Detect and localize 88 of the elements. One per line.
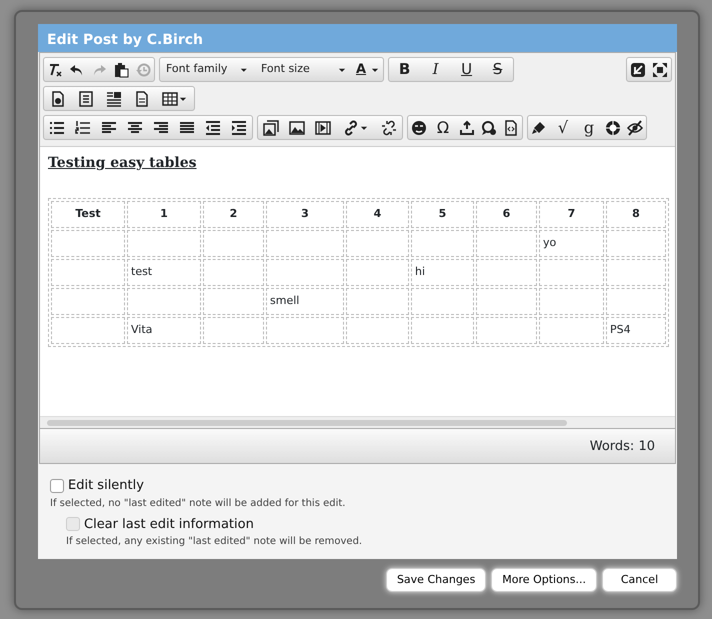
hint-text: If selected, any existing "last edited" note will be removed. [66,535,364,549]
table-cell [606,230,666,257]
table-cell: PS4 [606,317,666,344]
table-cell [539,288,604,315]
bullet-list-icon [49,120,65,136]
blank-page-icon [134,90,150,106]
table-cell [203,317,264,344]
highlighter-icon [531,120,547,136]
film-icon [315,120,331,136]
clear-format-icon [47,62,63,78]
text-block-icon [106,90,122,106]
broken-link-icon [381,120,397,136]
table-cell [346,317,409,344]
table-cell [411,288,474,315]
editor-content[interactable]: Testing easy tables Test 1 2 3 4 5 6 7 8 yo test hi smell Vita PS4 [40,146,675,416]
formula-button[interactable]: √ [550,116,576,139]
checkbox[interactable] [50,478,64,493]
horizontal-scrollbar[interactable] [40,416,675,428]
align-left-icon [101,120,117,136]
indent-icon [231,120,247,136]
special-character-button[interactable]: Ω [430,116,456,139]
table-cell [476,259,537,286]
table-header-cell: 5 [411,201,474,228]
table-header-cell: 3 [266,201,344,228]
checkbox-label: Clear last edit information [84,516,254,534]
fullscreen-icon [652,62,668,78]
italic-button[interactable]: I [420,58,452,81]
save-changes-button[interactable]: Save Changes [386,568,486,592]
table-cell [606,288,666,315]
table-cell: smell [266,288,344,315]
eye-slash-icon [627,120,643,136]
word-count: Words: 10 [590,439,655,454]
hint-text: If selected, no "last edited" note will be added for this edit. [50,496,346,510]
bold-button[interactable]: B [389,58,420,81]
table-cell: Vita [127,317,201,344]
font-size-dropdown[interactable]: Font size [255,58,353,81]
table-cell: hi [411,259,474,286]
table-cell [203,288,264,315]
text-color-button[interactable]: A [353,58,384,81]
table-cell [346,259,409,286]
table-header-cell: 7 [539,201,604,228]
clipboard-icon [113,62,129,78]
table-cell: test [127,259,201,286]
code-file-icon [503,120,519,136]
table-cell [411,230,474,257]
font-family-dropdown[interactable]: Font family [160,58,255,81]
table-cell [606,259,666,286]
table-cell [539,259,604,286]
table-header-cell: 8 [606,201,666,228]
link-icon [343,120,359,136]
checkbox-label: Edit silently [68,477,144,495]
dialog-title: Edit Post by C.Birch [38,24,677,52]
upload-icon [459,120,475,136]
table-header-cell: Test [51,201,125,228]
table-header-cell: 6 [476,201,537,228]
strikethrough-button[interactable]: S [482,58,514,81]
table-cell [203,259,264,286]
table-cell [476,317,537,344]
document-lines-icon [78,90,94,106]
cancel-button[interactable]: Cancel [602,568,677,592]
g-button[interactable]: g [576,116,602,139]
aperture-icon [605,120,621,136]
justify-icon [179,120,195,136]
more-options-button[interactable]: More Options... [491,568,597,592]
align-center-icon [127,120,143,136]
smiley-icon [411,120,427,136]
table-cell [476,230,537,257]
numbered-list-icon [75,120,91,136]
table-cell [346,288,409,315]
outdent-icon [205,120,221,136]
table-cell [411,317,474,344]
table-icon [162,90,178,106]
table-header-cell: 1 [127,201,201,228]
table-cell: yo [539,230,604,257]
align-right-icon [153,120,169,136]
speech-bubbles-icon [481,120,497,136]
image-icon [289,120,305,136]
table-cell [346,230,409,257]
table-cell [539,317,604,344]
table-header-cell: 2 [203,201,264,228]
document-chart-icon [50,90,66,106]
table-cell [476,288,537,315]
underline-button[interactable]: U [451,58,482,81]
post-heading: Testing easy tables [48,154,198,173]
table-header-cell: 4 [346,201,409,228]
image-gallery-icon [263,120,279,136]
table-cell [203,230,264,257]
history-icon [135,62,151,78]
